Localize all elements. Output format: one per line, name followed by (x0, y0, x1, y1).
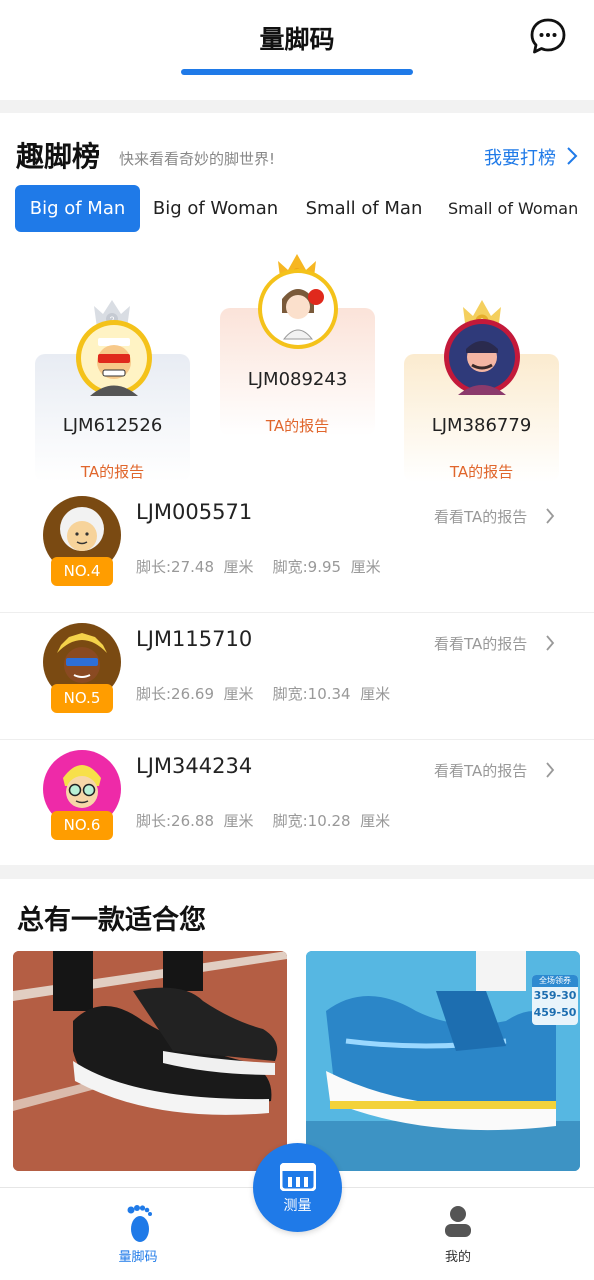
chevron-right-icon[interactable] (545, 634, 555, 652)
podium-first-report-link[interactable]: TA的报告 (220, 415, 375, 436)
list-item[interactable]: NO.4 LJM005571 看看TA的报告 脚长:27.48 厘米 脚宽:9.… (0, 486, 594, 613)
podium-third-report-link[interactable]: TA的报告 (404, 461, 559, 482)
user-name: LJM115710 (136, 627, 253, 651)
measure-button-label: 测量 (283, 1198, 312, 1214)
view-report-link[interactable]: 看看TA的报告 (434, 506, 527, 527)
chevron-right-icon[interactable] (545, 761, 555, 779)
ranking-title: 趣脚榜 (16, 140, 101, 173)
podium-first-name: LJM089243 (247, 369, 348, 390)
profile-icon (445, 1206, 471, 1237)
avatar-second[interactable] (76, 320, 152, 396)
coupon-tag-line1: 全场领券 (532, 975, 578, 987)
black-running-shoe-image (13, 951, 287, 1171)
coupon-tag-line2: 359-30 (533, 989, 577, 1002)
avatar-third[interactable] (444, 319, 520, 395)
foot-measurements: 脚长:27.48 厘米 脚宽:9.95 厘米 (136, 558, 381, 576)
product-card-black-shoe[interactable] (13, 951, 287, 1171)
top-bar: 量脚码 (0, 0, 594, 100)
tab-big-of-woman[interactable]: Big of Woman (148, 185, 283, 232)
title-indicator (181, 69, 413, 75)
rank-badge: NO.6 (51, 811, 113, 840)
view-report-link[interactable]: 看看TA的报告 (434, 760, 527, 781)
foot-measurements: 脚长:26.69 厘米 脚宽:10.34 厘米 (136, 685, 391, 703)
message-button[interactable] (529, 17, 567, 55)
measure-icon (280, 1163, 316, 1191)
page-title: 量脚码 (259, 25, 335, 54)
tab-big-of-man[interactable]: Big of Man (15, 185, 140, 232)
tab-small-of-woman[interactable]: Small of Woman (448, 185, 578, 232)
tab-small-of-man[interactable]: Small of Man (298, 185, 430, 232)
coupon-tag: 全场领券 359-30 459-50 (532, 975, 578, 1025)
list-item[interactable]: NO.6 LJM344234 看看TA的报告 脚长:26.88 厘米 脚宽:10… (0, 740, 594, 867)
recommend-title: 总有一款适合您 (17, 905, 206, 936)
cartoon-man-sunglasses-avatar (81, 325, 147, 396)
chat-bubble-icon (530, 18, 566, 54)
user-name: LJM344234 (136, 754, 253, 778)
avatar-first[interactable] (258, 269, 338, 349)
nav-item-mine[interactable]: 我的 (408, 1188, 508, 1280)
chevron-right-icon[interactable] (566, 146, 578, 166)
ranking-subtitle: 快来看看奇妙的脚世界! (119, 150, 276, 168)
cartoon-girl-avatar (262, 273, 334, 345)
podium-third-name: LJM386779 (431, 415, 532, 436)
nav-label: 量脚码 (118, 1250, 158, 1265)
user-name: LJM005571 (136, 500, 253, 524)
chevron-right-icon[interactable] (545, 507, 555, 525)
foot-measurements: 脚长:26.88 厘米 脚宽:10.28 厘米 (136, 812, 391, 830)
ranking-card: 趣脚榜 快来看看奇妙的脚世界! 我要打榜 Big of Man Big of W… (0, 113, 594, 865)
rank-badge: NO.5 (51, 684, 113, 713)
rank-badge: NO.4 (51, 557, 113, 586)
join-ranking-link[interactable]: 我要打榜 (484, 144, 556, 170)
foot-icon (127, 1205, 152, 1242)
coupon-tag-line3: 459-50 (533, 1006, 577, 1019)
view-report-link[interactable]: 看看TA的报告 (434, 633, 527, 654)
nav-item-measure-code[interactable]: 量脚码 (88, 1188, 188, 1280)
podium-second-report-link[interactable]: TA的报告 (35, 461, 190, 482)
product-card-blue-shoe[interactable]: 全场领券 359-30 459-50 (306, 951, 580, 1171)
podium-second-name: LJM612526 (62, 415, 163, 436)
measure-button[interactable]: 测量 (253, 1143, 342, 1232)
nav-label: 我的 (444, 1250, 471, 1265)
list-item[interactable]: NO.5 LJM115710 看看TA的报告 脚长:26.69 厘米 脚宽:10… (0, 613, 594, 740)
cartoon-man-mustache-avatar (449, 324, 515, 395)
